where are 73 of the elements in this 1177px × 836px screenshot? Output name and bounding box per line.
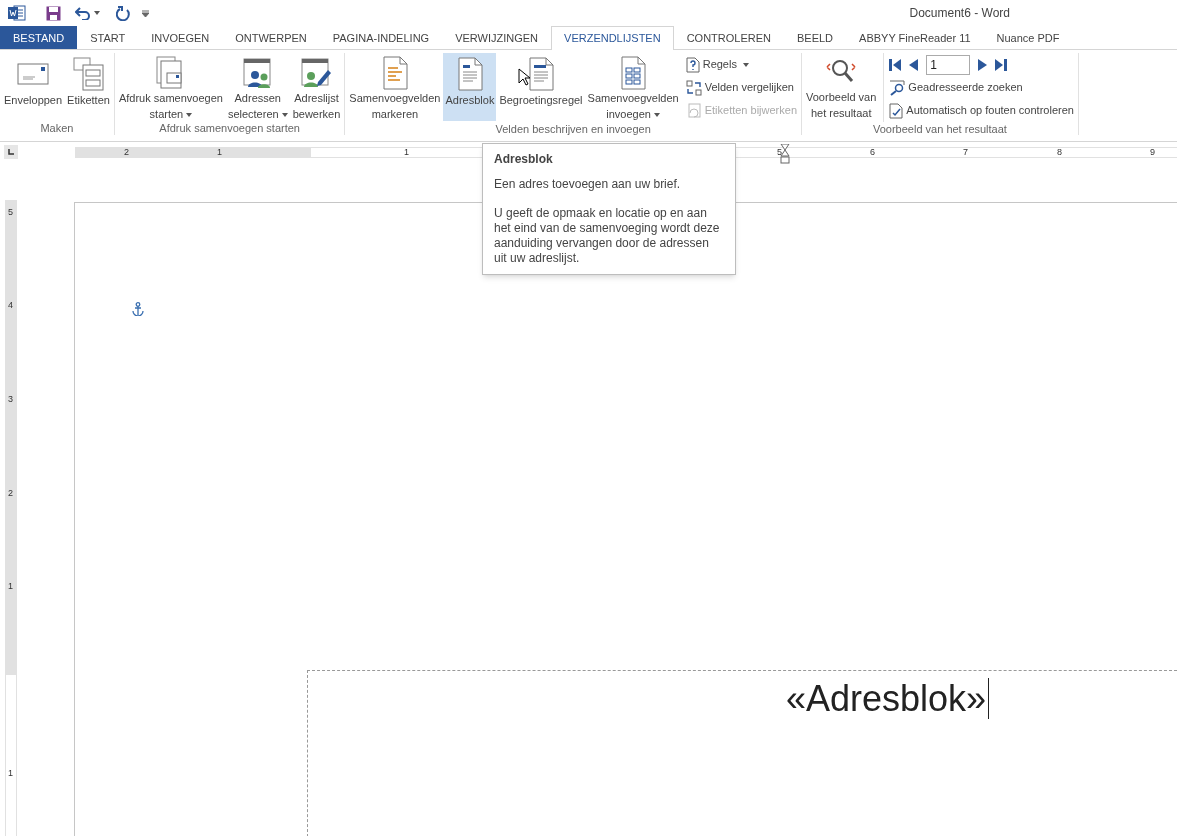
ruler-number: 1 — [217, 145, 222, 158]
ribbon-tab[interactable]: ONTWERPEN — [222, 26, 320, 49]
anchor-icon — [132, 302, 144, 316]
ribbon-tab[interactable]: VERZENDLIJSTEN — [551, 26, 674, 50]
ribbon-tab[interactable]: Nuance PDF — [983, 26, 1073, 49]
ruler-number: 1 — [8, 768, 13, 778]
ribbon-button[interactable]: Afdruk samenvoegen starten — [116, 53, 225, 121]
redo-icon[interactable] — [116, 5, 130, 21]
left-tab-icon — [8, 149, 14, 155]
ribbon-button[interactable]: Samenvoegvelden markeren — [347, 53, 443, 121]
ribbon-tab[interactable]: VERWIJZINGEN — [442, 26, 552, 49]
ribbon-button[interactable]: Adreslijst bewerken — [290, 53, 343, 121]
tooltip-title: Adresblok — [494, 152, 554, 167]
edit-list-icon — [300, 56, 333, 90]
ruler-number: 1 — [8, 581, 13, 591]
ribbon-tab[interactable]: BESTAND — [0, 26, 78, 49]
envelope-icon — [17, 63, 50, 85]
last-record-icon[interactable] — [995, 58, 1008, 71]
indent-marker-icon[interactable] — [780, 143, 790, 164]
undo-icon[interactable] — [75, 6, 91, 20]
ribbon-button[interactable]: Adresblok — [443, 53, 497, 121]
ribbon-small-button[interactable]: Geadresseerde zoeken — [887, 76, 1076, 99]
ribbon-tab[interactable]: ABBYY FineReader 11 — [846, 26, 984, 49]
tab-stop-selector[interactable] — [4, 145, 18, 159]
ribbon-button[interactable]: Enveloppen — [2, 53, 65, 121]
help-document-icon — [685, 56, 700, 73]
ribbon-tab[interactable]: BEELD — [784, 26, 847, 49]
ribbon-button[interactable]: Etiketten — [65, 53, 112, 121]
ribbon-button[interactable]: Voorbeeld van het resultaat — [804, 53, 879, 121]
ruler-number: 3 — [8, 394, 13, 404]
people-calendar-icon — [241, 56, 274, 90]
ribbon-tab[interactable]: PAGINA-INDELING — [319, 26, 443, 49]
labels-icon — [72, 57, 105, 91]
ruler-number: 5 — [8, 207, 13, 217]
ruler-number: 2 — [8, 488, 13, 498]
ruler-number: 8 — [1057, 145, 1062, 158]
group-label: Maken — [39, 121, 75, 135]
mouse-pointer-icon — [518, 68, 530, 86]
ruler-number: 4 — [8, 300, 13, 310]
caret-icon — [94, 11, 100, 15]
ribbon-tab[interactable]: INVOEGEN — [138, 26, 223, 49]
table-document-icon — [618, 56, 649, 90]
ribbon-button[interactable]: Adressen selecteren — [225, 53, 290, 121]
next-record-icon[interactable] — [978, 58, 988, 71]
ruler-number: 6 — [870, 145, 875, 158]
group-label: Voorbeeld van het resultaat — [872, 122, 1008, 136]
window-title: Document6 - Word — [909, 5, 1010, 22]
ruler-number: 1 — [404, 145, 409, 158]
tooltip-text: Een adres toevoegen aan uw brief. — [494, 177, 682, 192]
check-document-icon — [889, 102, 904, 119]
tooltip-text: U geeft de opmaak en locatie op en aan het eind van de samenvoeging wordt deze aanduiding vervangen door de adressen uit uw adreslijst. — [494, 206, 721, 266]
find-icon — [889, 79, 906, 96]
ruler-number: 7 — [963, 145, 968, 158]
ribbon-small-button[interactable]: Automatisch op fouten controleren — [887, 99, 1076, 122]
ribbon-small-button[interactable]: Regels — [683, 53, 799, 76]
ribbon-small-button[interactable]: Velden vergelijken — [683, 76, 799, 99]
ribbon-tab[interactable]: START — [77, 26, 139, 49]
group-label: Velden beschrijven en invoegen — [494, 122, 652, 136]
ruler-number: 5 — [777, 145, 782, 158]
word-app-icon[interactable] — [8, 5, 26, 21]
ruler-number: 9 — [1150, 145, 1155, 158]
save-icon[interactable] — [46, 5, 61, 21]
ruler-number: 2 — [124, 145, 129, 158]
group-label: Afdruk samenvoegen starten — [158, 121, 301, 135]
refresh-icon — [685, 102, 702, 119]
previous-record-icon[interactable] — [909, 58, 919, 71]
ribbon-button[interactable]: Samenvoegvelden invoegen — [585, 53, 681, 121]
ribbon-tab[interactable]: CONTROLEREN — [673, 26, 784, 49]
customize-toolbar-icon[interactable] — [142, 9, 149, 17]
compare-icon — [685, 79, 702, 96]
record-number-field[interactable]: 1 — [926, 54, 971, 75]
merge-field-text: «Adresblok» — [786, 678, 990, 719]
first-record-icon[interactable] — [889, 58, 902, 71]
